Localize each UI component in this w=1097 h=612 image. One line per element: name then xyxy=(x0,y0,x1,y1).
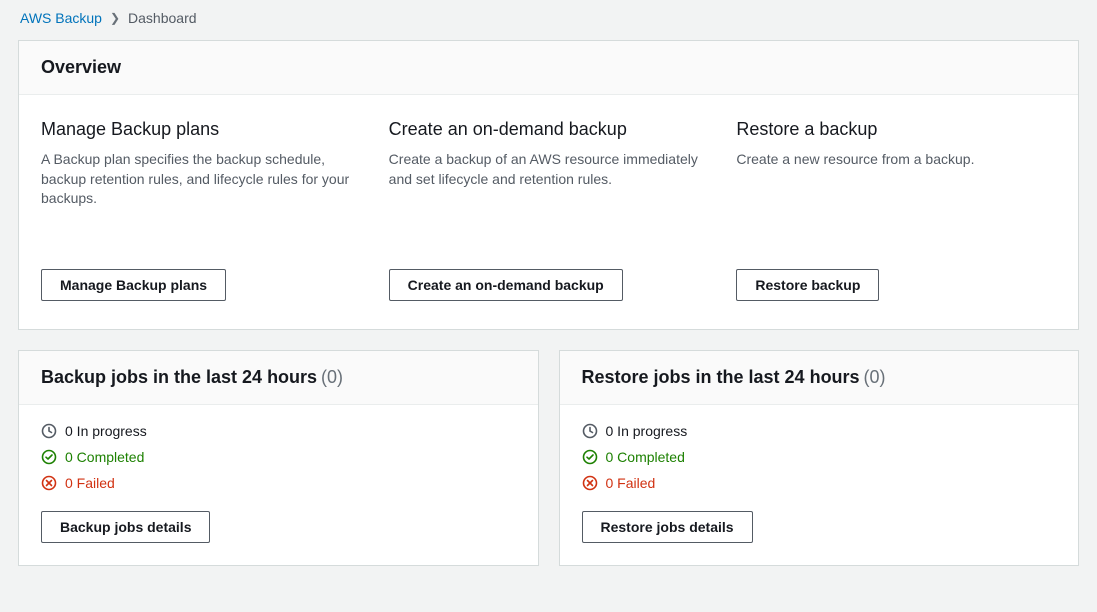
breadcrumb-root-link[interactable]: AWS Backup xyxy=(20,10,102,26)
status-text: 0 In progress xyxy=(606,423,688,439)
backup-failed-row: 0 Failed xyxy=(41,475,516,491)
restore-backup-button[interactable]: Restore backup xyxy=(736,269,879,301)
create-ondemand-backup-button[interactable]: Create an on-demand backup xyxy=(389,269,623,301)
overview-header: Overview xyxy=(19,41,1078,95)
card-desc: Create a backup of an AWS resource immed… xyxy=(389,150,709,189)
backup-in-progress-row: 0 In progress xyxy=(41,423,516,439)
check-circle-icon xyxy=(41,449,57,465)
overview-title: Overview xyxy=(41,57,121,77)
overview-card-restore: Restore a backup Create a new resource f… xyxy=(736,119,1056,301)
backup-jobs-title: Backup jobs in the last 24 hours xyxy=(41,367,317,387)
clock-icon xyxy=(582,423,598,439)
status-text: 0 Completed xyxy=(606,449,685,465)
backup-completed-row: 0 Completed xyxy=(41,449,516,465)
backup-jobs-header: Backup jobs in the last 24 hours (0) xyxy=(19,351,538,405)
card-desc: Create a new resource from a backup. xyxy=(736,150,1056,170)
backup-jobs-panel: Backup jobs in the last 24 hours (0) 0 I… xyxy=(18,350,539,566)
breadcrumb: AWS Backup ❯ Dashboard xyxy=(0,0,1097,40)
restore-jobs-title: Restore jobs in the last 24 hours xyxy=(582,367,860,387)
x-circle-icon xyxy=(41,475,57,491)
chevron-right-icon: ❯ xyxy=(110,11,120,25)
restore-in-progress-row: 0 In progress xyxy=(582,423,1057,439)
card-title: Restore a backup xyxy=(736,119,1056,140)
overview-card-manage: Manage Backup plans A Backup plan specif… xyxy=(41,119,361,301)
restore-jobs-details-button[interactable]: Restore jobs details xyxy=(582,511,753,543)
restore-jobs-panel: Restore jobs in the last 24 hours (0) 0 … xyxy=(559,350,1080,566)
restore-jobs-header: Restore jobs in the last 24 hours (0) xyxy=(560,351,1079,405)
restore-completed-row: 0 Completed xyxy=(582,449,1057,465)
restore-failed-row: 0 Failed xyxy=(582,475,1057,491)
clock-icon xyxy=(41,423,57,439)
restore-jobs-count: (0) xyxy=(863,367,885,387)
overview-panel: Overview Manage Backup plans A Backup pl… xyxy=(18,40,1079,330)
card-desc: A Backup plan specifies the backup sched… xyxy=(41,150,361,209)
manage-backup-plans-button[interactable]: Manage Backup plans xyxy=(41,269,226,301)
backup-jobs-details-button[interactable]: Backup jobs details xyxy=(41,511,210,543)
status-text: 0 Failed xyxy=(65,475,115,491)
check-circle-icon xyxy=(582,449,598,465)
x-circle-icon xyxy=(582,475,598,491)
card-title: Manage Backup plans xyxy=(41,119,361,140)
breadcrumb-current: Dashboard xyxy=(128,10,197,26)
overview-card-ondemand: Create an on-demand backup Create a back… xyxy=(389,119,709,301)
status-text: 0 In progress xyxy=(65,423,147,439)
status-text: 0 Failed xyxy=(606,475,656,491)
card-title: Create an on-demand backup xyxy=(389,119,709,140)
backup-jobs-count: (0) xyxy=(321,367,343,387)
overview-body: Manage Backup plans A Backup plan specif… xyxy=(19,95,1078,329)
status-text: 0 Completed xyxy=(65,449,144,465)
